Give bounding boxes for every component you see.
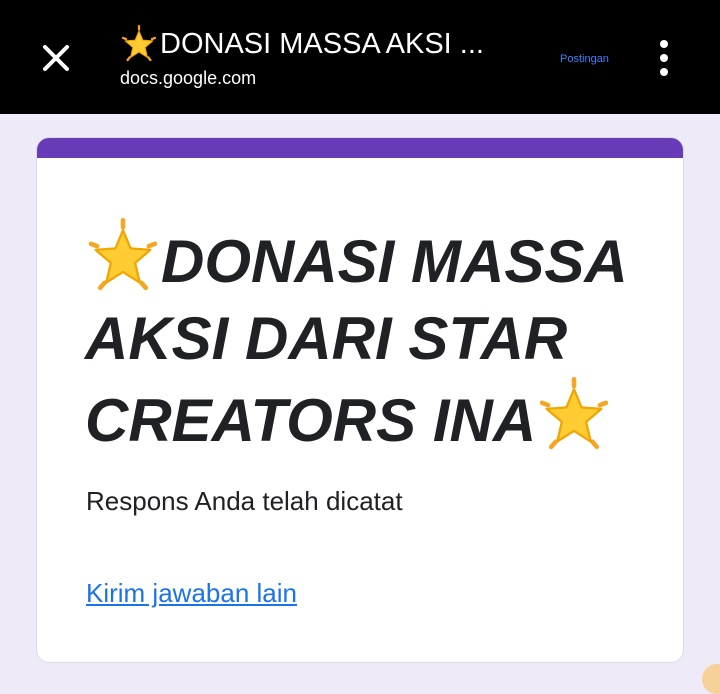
corner-decoration bbox=[702, 664, 720, 694]
close-icon bbox=[43, 45, 69, 71]
more-vert-icon-dot bbox=[660, 54, 668, 62]
more-vert-icon-dot bbox=[660, 68, 668, 76]
submit-another-link[interactable]: Kirim jawaban lain bbox=[86, 578, 297, 609]
close-button[interactable] bbox=[32, 34, 80, 82]
confirmation-message: Respons Anda telah dicatat bbox=[86, 486, 403, 516]
post-link[interactable]: Postingan bbox=[560, 53, 609, 65]
star-emoji-icon bbox=[88, 218, 158, 291]
page-url: docs.google.com bbox=[120, 68, 257, 88]
browser-toolbar: DONASI MASSA AKSI ... docs.google.com Po… bbox=[0, 0, 720, 114]
page-title-text: DONASI MASSA AKSI ... bbox=[160, 28, 484, 60]
page-title-block: DONASI MASSA AKSI ... docs.google.com bbox=[120, 24, 540, 90]
page-title: DONASI MASSA AKSI ... bbox=[120, 24, 540, 64]
more-options-button[interactable] bbox=[644, 34, 684, 82]
star-emoji-icon bbox=[539, 377, 609, 450]
star-emoji-icon bbox=[121, 25, 157, 62]
form-card: DONASI MASSA AKSI DARI STAR CREATORS INA… bbox=[37, 138, 683, 662]
form-title: DONASI MASSA AKSI DARI STAR CREATORS INA bbox=[85, 218, 665, 459]
card-accent-bar bbox=[37, 138, 683, 158]
more-vert-icon bbox=[660, 40, 668, 48]
